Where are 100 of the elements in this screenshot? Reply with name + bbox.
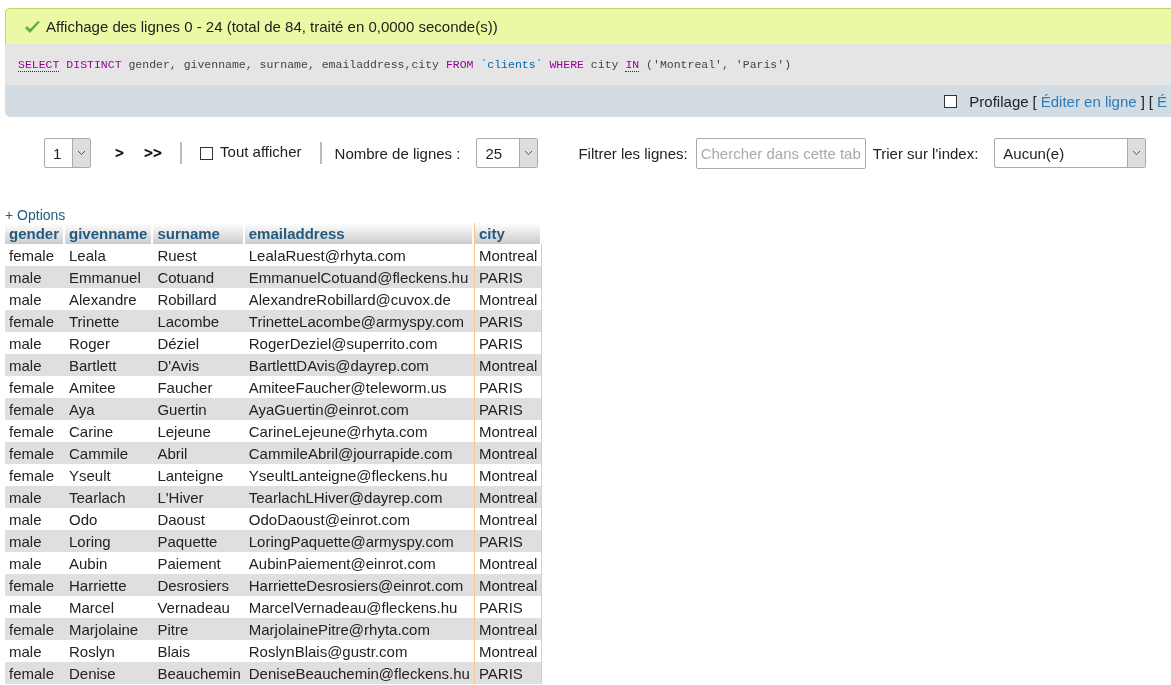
sql-token[interactable]: IN [625,57,640,72]
sort-select[interactable]: Aucun(e) [994,138,1147,168]
table-cell: Montreal [473,464,543,486]
table-cell: male [5,354,65,376]
table-cell: male [5,530,65,552]
table-cell: Montreal [473,420,543,442]
filter-input[interactable]: Chercher dans cette tab [695,137,866,169]
column-header[interactable]: emailaddress [244,223,474,244]
table-cell: MarjolainePitre@rhyta.com [244,618,474,640]
table-cell: Pitre [153,618,245,640]
table-cell: Cotuand [153,266,245,288]
table-cell: TrinetteLacombe@armyspy.com [244,310,474,332]
query-tool-link[interactable]: Éditer en ligne [1040,92,1137,110]
table-cell: HarrietteDesrosiers@einrot.com [244,574,474,596]
table-cell: female [5,574,65,596]
column-header[interactable]: gender [5,223,65,244]
rows-label: Nombre de lignes : [334,144,461,162]
table-cell: male [5,486,65,508]
sql-token: DISTINCT [65,58,122,71]
table-cell: Beauchemin [153,662,245,684]
sql-token[interactable]: SELECT [18,57,60,72]
table-cell: Marjolaine [65,618,154,640]
sql-token: gender, givenname, surname, emailaddress,city [127,58,440,71]
table-cell: PARIS [473,398,543,420]
table-cell: female [5,442,65,464]
caret-icon [77,150,86,156]
table-cell: Denise [65,662,154,684]
rows-select[interactable]: 25 [476,138,539,168]
table-cell: Loring [65,530,154,552]
table-cell: Paquette [153,530,245,552]
table-cell: female [5,310,65,332]
table-cell: PARIS [473,662,543,684]
table-cell: LoringPaquette@armyspy.com [244,530,474,552]
table-cell: Montreal [473,244,543,266]
caret-icon [524,150,534,156]
filter-label: Filtrer les lignes: [578,144,688,162]
sql-token: ( [645,58,653,71]
table-cell: Montreal [473,288,543,310]
table-cell: Montreal [473,508,543,530]
table-cell: Montreal [473,552,543,574]
page-select[interactable]: 1 [44,138,91,168]
checkmark-icon [24,19,41,34]
last-page-button[interactable]: >> [144,144,163,162]
table-cell: Tearlach [65,486,154,508]
bracket-text: [ [1032,92,1037,110]
table-cell: Bartlett [65,354,154,376]
sql-token: 'Paris' [735,58,785,71]
table-cell: EmmanuelCotuand@fleckens.hu [244,266,474,288]
options-link[interactable]: + Options [5,207,1171,223]
column-header[interactable]: city [473,223,543,244]
table-cell: PARIS [473,266,543,288]
show-all-label: Tout afficher [220,142,302,160]
table-cell: male [5,266,65,288]
table-cell: Guertin [153,398,245,420]
sql-token: ) [784,58,792,71]
sql-token: `clients` [479,58,543,71]
table-cell: DeniseBeauchemin@fleckens.hu [244,662,474,684]
table-cell: PARIS [473,310,543,332]
table-cell: PARIS [473,376,543,398]
sort-label: Trier sur l'index: [872,144,979,162]
table-cell: female [5,398,65,420]
table-cell: CammileAbril@jourrapide.com [244,442,474,464]
next-page-button[interactable]: > [115,144,125,162]
table-cell: L'Hiver [153,486,245,508]
sql-token: , [722,58,730,71]
table-cell: PARIS [473,530,543,552]
table-cell: D'Avis [153,354,245,376]
table-cell: female [5,618,65,640]
bracket-text: [ [1148,92,1153,110]
message-text: Affichage des lignes 0 - 24 (total de 84, traité en 0,0000 seconde(s)) [46,18,498,35]
sql-token: FROM [445,58,474,71]
caret-icon [1132,150,1142,156]
table-cell: Abril [153,442,245,464]
column-header[interactable]: givenname [65,223,154,244]
sql-token: WHERE [548,58,584,71]
table-cell: Desrosiers [153,574,245,596]
column-header[interactable]: surname [153,223,245,244]
query-tool-link[interactable]: É [1157,92,1167,110]
show-all-checkbox[interactable] [200,146,214,160]
profiling-checkbox[interactable] [944,94,958,108]
table-cell: Emmanuel [65,266,154,288]
table-cell: Montreal [473,618,543,640]
table-cell: PARIS [473,332,543,354]
table-cell: Montreal [473,486,543,508]
profiling-label: Profilage [969,92,1029,110]
sql-token: 'Montreal' [653,58,722,71]
sql-token: city [589,58,620,71]
table-cell: AyaGuertin@einrot.com [244,398,474,420]
table-cell: Montreal [473,640,543,662]
table-cell: Montreal [473,574,543,596]
table-cell: Lacombe [153,310,245,332]
table-cell: Montreal [473,442,543,464]
table-cell: Aya [65,398,154,420]
table-cell: BartlettDAvis@dayrep.com [244,354,474,376]
table-cell: Cammile [65,442,154,464]
table-cell: PARIS [473,596,543,618]
table-cell: TearlachLHiver@dayrep.com [244,486,474,508]
bracket-text: ] [1140,92,1145,110]
table-cell: female [5,662,65,684]
table-cell: Trinette [65,310,154,332]
